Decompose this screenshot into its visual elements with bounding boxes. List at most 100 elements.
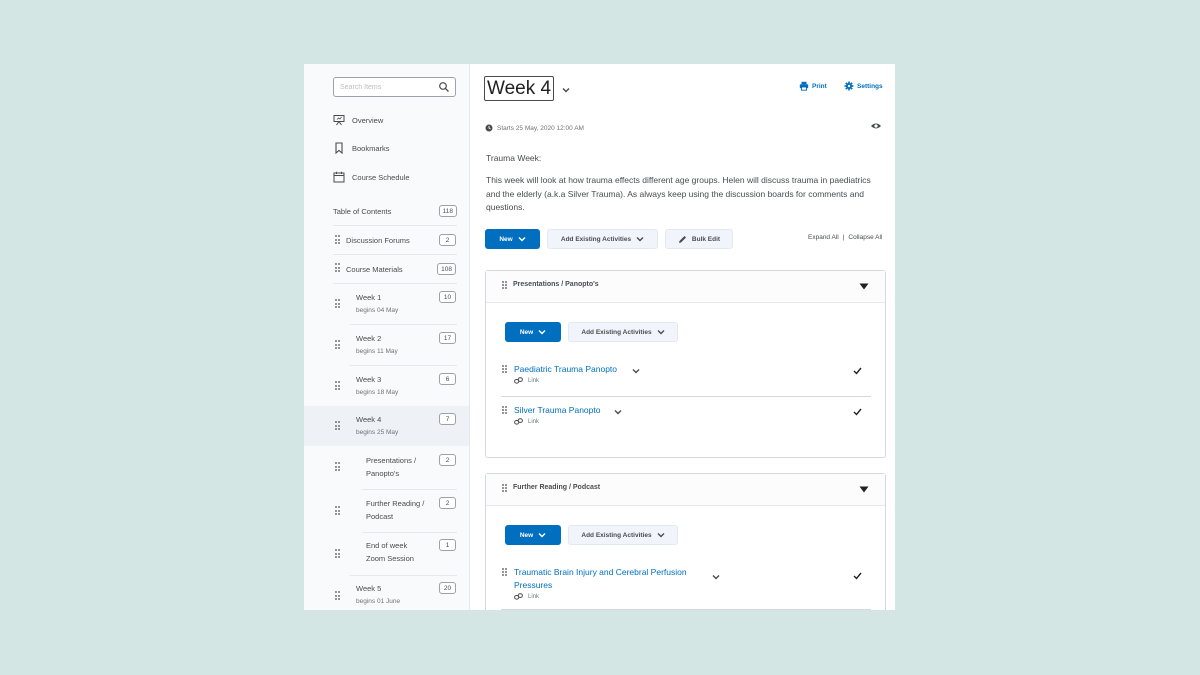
drag-handle-icon[interactable] — [502, 281, 507, 289]
checkmark-icon — [853, 367, 862, 375]
bulk-edit-button[interactable]: Bulk Edit — [665, 229, 733, 249]
module-add-existing-button[interactable]: Add Existing Activities — [568, 322, 678, 342]
checkmark-icon — [853, 408, 862, 416]
module-header[interactable]: Further Reading / Podcast — [486, 474, 885, 506]
drag-handle-icon[interactable] — [335, 506, 341, 516]
chevron-down-icon[interactable] — [561, 86, 571, 94]
toc-item-discussion-forums[interactable]: Discussion Forums 2 — [304, 226, 469, 254]
clock-icon — [485, 124, 493, 132]
search-box[interactable] — [333, 77, 456, 97]
toc-item-week-2[interactable]: Week 2 begins 11 May 17 — [304, 325, 469, 365]
collapse-triangle-icon[interactable] — [859, 283, 869, 290]
toc-item-title-line2: Zoom Session — [366, 554, 414, 563]
print-button[interactable]: Print — [799, 81, 827, 91]
page-title[interactable]: Week 4 — [484, 76, 555, 101]
sidebar: Overview Bookmarks Course Schedule Table… — [304, 64, 470, 610]
chevron-down-icon[interactable] — [632, 368, 640, 374]
chevron-down-icon[interactable] — [712, 574, 720, 580]
topic-type: Link — [514, 377, 539, 384]
main-content: Week 4 Print Settings Starts 25 May, 202… — [470, 64, 895, 610]
topic-item: Paediatric Trauma Panopto Link — [501, 363, 872, 389]
topic-item: Traumatic Brain Injury and Cerebral Perf… — [501, 566, 872, 606]
chevron-down-icon — [538, 330, 546, 335]
drag-handle-icon[interactable] — [502, 568, 507, 576]
nav-overview[interactable]: Overview — [333, 112, 383, 128]
toc-item-week-3[interactable]: Week 3 begins 18 May 6 — [304, 366, 469, 406]
topic-type-label: Link — [528, 377, 540, 384]
add-existing-activities-button[interactable]: Add Existing Activities — [547, 229, 658, 249]
expand-collapse-controls: Expand All | Collapse All — [808, 234, 882, 241]
topic-type-label: Link — [528, 418, 540, 425]
expand-all-link[interactable]: Expand All — [808, 234, 839, 241]
bookmark-icon — [333, 142, 345, 154]
print-label: Print — [812, 82, 827, 90]
topic-item: Silver Trauma Panopto Link — [501, 404, 872, 430]
module-header[interactable]: Presentations / Panopto's — [486, 271, 885, 303]
drag-handle-icon[interactable] — [502, 406, 507, 414]
toc-item-title: Week 4 — [356, 415, 382, 424]
module-further-reading: Further Reading / Podcast New Add Existi… — [485, 473, 886, 610]
toc-item-title: Week 1 — [356, 293, 382, 302]
topic-type: Link — [514, 593, 539, 600]
toc-item-title-line2: Podcast — [366, 512, 394, 521]
topic-link[interactable]: Silver Trauma Panopto — [514, 404, 600, 417]
drag-handle-icon[interactable] — [502, 365, 507, 373]
topic-link[interactable]: Paediatric Trauma Panopto — [514, 363, 617, 376]
toc-item-subtitle: begins 18 May — [356, 389, 399, 396]
module-add-existing-label: Add Existing Activities — [581, 328, 652, 336]
toc-item-count: 10 — [439, 291, 456, 303]
toc-item-week-4[interactable]: Week 4 begins 25 May 7 — [304, 406, 469, 446]
link-icon — [514, 593, 523, 600]
new-button[interactable]: New — [485, 229, 540, 249]
table-of-contents-header[interactable]: Table of Contents 118 — [333, 204, 457, 218]
search-icon[interactable] — [438, 81, 450, 93]
nav-bookmarks[interactable]: Bookmarks — [333, 140, 390, 156]
chevron-down-icon[interactable] — [614, 409, 622, 415]
drag-handle-icon[interactable] — [335, 421, 341, 431]
drag-handle-icon[interactable] — [335, 340, 341, 350]
module-new-label: New — [519, 531, 534, 539]
module-add-existing-button[interactable]: Add Existing Activities — [568, 525, 678, 545]
gear-icon — [844, 81, 854, 91]
toc-item-title: Course Materials — [346, 265, 403, 274]
toc-item-zoom-session[interactable]: End of week Zoom Session 1 — [304, 533, 469, 575]
drag-handle-icon[interactable] — [335, 263, 341, 273]
drag-handle-icon[interactable] — [335, 235, 341, 245]
search-input[interactable] — [340, 81, 436, 94]
presentation-icon — [333, 114, 345, 126]
toc-item-title: Further Reading / — [366, 499, 425, 508]
collapse-all-link[interactable]: Collapse All — [848, 234, 882, 241]
chevron-down-icon — [518, 237, 526, 242]
drag-handle-icon[interactable] — [335, 462, 341, 472]
toc-item-further-reading[interactable]: Further Reading / Podcast 2 — [304, 490, 469, 532]
toc-item-count: 2 — [439, 234, 456, 246]
new-button-label: New — [499, 235, 513, 243]
drag-handle-icon[interactable] — [335, 381, 341, 391]
topic-link[interactable]: Traumatic Brain Injury and Cerebral Perf… — [514, 566, 687, 592]
chevron-down-icon — [636, 237, 644, 242]
toc-item-course-materials[interactable]: Course Materials 108 — [304, 255, 469, 283]
link-icon — [514, 418, 523, 425]
toc-item-week-5[interactable]: Week 5 begins 01 June 20 — [304, 576, 469, 610]
collapse-triangle-icon[interactable] — [859, 486, 869, 493]
toc-item-title: Week 5 — [356, 584, 382, 593]
module-new-button[interactable]: New — [505, 322, 561, 342]
settings-button[interactable]: Settings — [844, 81, 883, 91]
module-new-button[interactable]: New — [505, 525, 561, 545]
module-add-existing-label: Add Existing Activities — [581, 531, 652, 539]
nav-course-schedule-label: Course Schedule — [352, 172, 410, 182]
toc-item-week-1[interactable]: Week 1 begins 04 May 10 — [304, 284, 469, 324]
visibility-eye-icon[interactable] — [870, 121, 882, 131]
drag-handle-icon[interactable] — [502, 484, 507, 492]
toc-item-title: Discussion Forums — [346, 236, 410, 245]
bulk-edit-label: Bulk Edit — [691, 235, 721, 243]
drag-handle-icon[interactable] — [335, 591, 341, 601]
drag-handle-icon[interactable] — [335, 549, 341, 559]
toc-item-count: 2 — [439, 497, 456, 509]
nav-course-schedule[interactable]: Course Schedule — [333, 169, 410, 185]
toc-item-presentations[interactable]: Presentations / Panopto's 2 — [304, 447, 469, 489]
settings-label: Settings — [857, 82, 883, 90]
drag-handle-icon[interactable] — [335, 299, 341, 309]
topic-link-line2: Pressures — [514, 580, 553, 590]
chevron-down-icon — [657, 533, 665, 538]
